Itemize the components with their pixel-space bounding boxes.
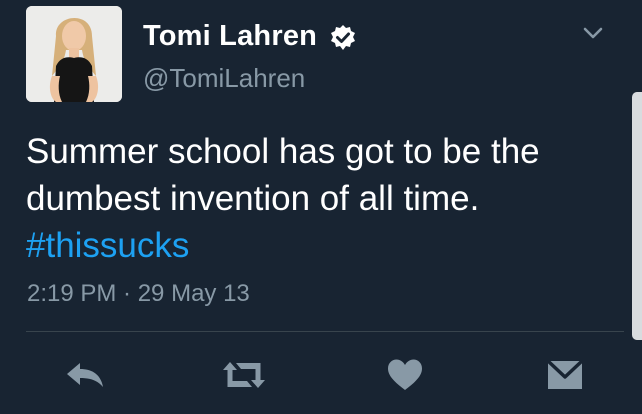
- verified-badge-icon: [331, 25, 355, 50]
- user-handle[interactable]: @TomiLahren: [143, 63, 305, 94]
- heart-icon: [388, 359, 422, 390]
- reply-button[interactable]: [60, 355, 110, 395]
- direct-message-button[interactable]: [542, 355, 588, 395]
- hashtag-link[interactable]: #thissucks: [26, 222, 616, 269]
- reply-icon: [67, 363, 103, 387]
- tweet-text: Summer school has got to be the dumbest …: [26, 128, 616, 269]
- envelope-icon: [546, 359, 584, 389]
- tweet-text-line: dumbest invention of all time.: [26, 179, 480, 218]
- like-button[interactable]: [382, 355, 428, 395]
- retweet-icon: [223, 362, 265, 388]
- tweet-text-line: Summer school has got to be the: [26, 132, 540, 171]
- avatar[interactable]: [26, 6, 122, 102]
- chevron-down-icon[interactable]: [582, 24, 604, 42]
- scrollbar-thumb[interactable]: [632, 92, 642, 340]
- display-name[interactable]: Tomi Lahren: [143, 20, 317, 53]
- divider: [26, 331, 624, 332]
- retweet-button[interactable]: [216, 355, 272, 395]
- tweet-timestamp[interactable]: 2:19 PM · 29 May 13: [27, 280, 250, 308]
- avatar-photo: [26, 6, 122, 102]
